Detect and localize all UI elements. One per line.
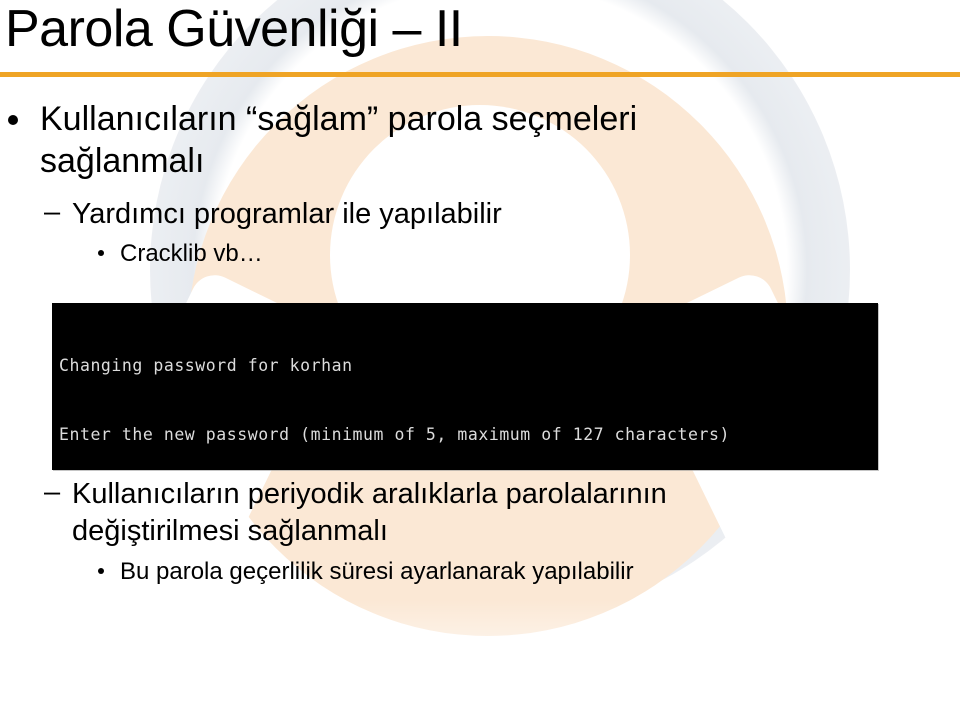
terminal-line: Enter the new password (minimum of 5, ma… [59, 425, 730, 445]
bullet-level1-line1: Kullanıcıların “sağlam” parola seçmeleri [40, 100, 638, 138]
bullet-level2b-line1: Kullanıcıların periyodik aralıklarla par… [72, 478, 667, 510]
terminal-output: Changing password for korhan Enter the n… [59, 307, 782, 470]
bullet-small-dot-icon [98, 568, 104, 574]
bullet-level1-line2: sağlanmalı [40, 142, 205, 180]
bullet-level3-password-expiry: Bu parola geçerlilik süresi ayarlanarak … [0, 556, 960, 588]
slide-canvas: Parola Güvenliği – II Kullanıcıların “sa… [0, 0, 960, 713]
bullet-level2-label: Yardımcı programlar ile yapılabilir [72, 198, 502, 230]
bullet-dot-icon [8, 115, 18, 125]
terminal-screenshot: Changing password for korhan Enter the n… [52, 303, 878, 470]
bullet-dash-icon: – [44, 476, 61, 508]
title-divider-rule [0, 72, 960, 77]
bullet-level3-cracklib: Cracklib vb… [0, 238, 960, 270]
watermark-bottom-fade [0, 600, 960, 713]
bullet-level1-strong-passwords: Kullanıcıların “sağlam” parola seçmeleri… [0, 98, 940, 182]
bullet-small-dot-icon [98, 250, 104, 256]
bullet-level2-helper-programs: – Yardımcı programlar ile yapılabilir [0, 196, 960, 233]
terminal-line: Changing password for korhan [59, 355, 353, 375]
slide-title: Parola Güvenliği – II [5, 0, 463, 58]
bullet-level2b-line2: değiştirilmesi sağlanmalı [72, 515, 388, 547]
bullet-dash-icon: – [44, 196, 61, 228]
bullet-level2-periodic-change: – Kullanıcıların periyodik aralıklarla p… [0, 476, 960, 550]
bullet-level3-label: Cracklib vb… [120, 240, 263, 267]
bullet-level3b-label: Bu parola geçerlilik süresi ayarlanarak … [120, 558, 634, 585]
